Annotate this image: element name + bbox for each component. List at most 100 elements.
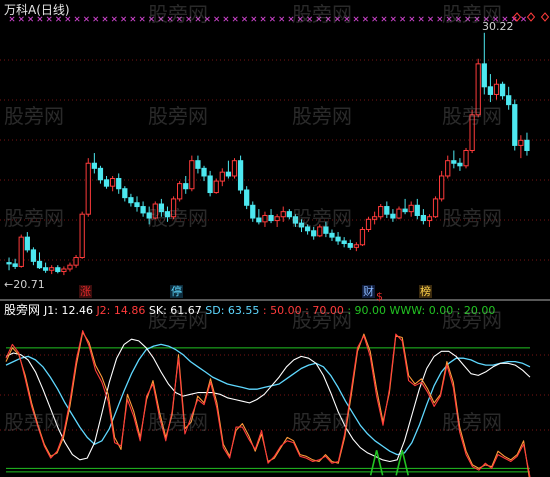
candle-down bbox=[329, 232, 335, 238]
candle-down bbox=[402, 208, 408, 213]
candle-down bbox=[311, 230, 317, 237]
candle-down bbox=[250, 204, 256, 219]
candle-down bbox=[12, 263, 18, 267]
watermark-text: 股旁网 bbox=[4, 410, 64, 434]
signal-cross-mark bbox=[260, 16, 266, 22]
candle-down bbox=[36, 260, 43, 269]
signal-cross-mark bbox=[139, 16, 145, 22]
candle-up bbox=[73, 257, 79, 266]
signal-cross-mark bbox=[28, 16, 34, 22]
candle-down bbox=[134, 202, 140, 208]
candle-down bbox=[207, 175, 213, 194]
candle-down bbox=[55, 267, 61, 273]
candle-down bbox=[390, 213, 396, 219]
candle-down bbox=[487, 86, 494, 95]
signal-cross-mark bbox=[372, 16, 378, 22]
chart-canvas bbox=[0, 12, 550, 477]
signal-diamond-mark bbox=[526, 12, 536, 22]
series-sk-line bbox=[5, 338, 531, 463]
candle-up bbox=[371, 216, 378, 220]
low-price-label: ←20.71 bbox=[4, 278, 45, 291]
signal-cross-mark bbox=[409, 16, 415, 22]
candle-up bbox=[49, 267, 55, 271]
candle-down bbox=[481, 63, 487, 88]
signal-cross-mark bbox=[18, 16, 24, 22]
candle-up bbox=[61, 268, 67, 273]
watermark-text: 股旁网 bbox=[148, 410, 208, 434]
candle-down bbox=[335, 236, 341, 242]
candle-down bbox=[195, 160, 201, 169]
candle-up bbox=[359, 228, 366, 246]
candle-up bbox=[189, 160, 195, 190]
signal-cross-mark bbox=[74, 16, 80, 22]
signal-cross-mark bbox=[214, 16, 220, 22]
signal-marker: 涨 bbox=[79, 285, 92, 298]
series-sd-line bbox=[5, 343, 531, 456]
signal-cross-mark bbox=[390, 16, 396, 22]
signal-diamond-mark bbox=[540, 12, 550, 22]
candle-down bbox=[512, 104, 518, 146]
signal-cross-mark bbox=[279, 16, 285, 22]
candle-up bbox=[518, 139, 524, 146]
value-j1: J1: 12.46 bbox=[44, 304, 93, 317]
candle-down bbox=[384, 206, 390, 215]
candle-up bbox=[396, 208, 402, 219]
candle-up bbox=[463, 150, 469, 167]
indicator-label: 股旁网 bbox=[4, 303, 41, 317]
candle-down bbox=[24, 236, 30, 251]
signal-cross-mark bbox=[121, 16, 127, 22]
signal-cross-mark bbox=[83, 16, 89, 22]
signal-cross-mark bbox=[427, 16, 434, 22]
candle-up bbox=[79, 213, 85, 259]
signal-cross-mark bbox=[37, 16, 43, 22]
candle-down bbox=[30, 249, 37, 262]
signal-cross-mark bbox=[400, 16, 406, 22]
candle-up bbox=[280, 211, 286, 218]
candle-down bbox=[97, 167, 104, 181]
watermark-text: 股旁网 bbox=[442, 206, 502, 230]
candle-down bbox=[499, 83, 506, 97]
candle-up bbox=[432, 198, 439, 218]
signal-cross-mark bbox=[232, 16, 238, 22]
value-level-90: : 90.00 bbox=[347, 304, 387, 317]
watermark-text: 股旁网 bbox=[148, 2, 208, 26]
signal-cross-mark bbox=[9, 16, 15, 22]
stock-title: 万科A(日线) bbox=[4, 4, 70, 17]
candle-up bbox=[85, 162, 91, 215]
candle-up bbox=[213, 180, 219, 194]
signal-cross-mark bbox=[362, 16, 368, 22]
signal-cross-mark bbox=[111, 16, 117, 22]
period-label: (日线) bbox=[36, 3, 70, 17]
watermark-text: 股旁网 bbox=[292, 206, 352, 230]
candle-down bbox=[268, 214, 274, 222]
candle-down bbox=[140, 206, 146, 214]
candle-up bbox=[274, 216, 280, 222]
signal-cross-mark bbox=[353, 16, 359, 22]
signal-cross-mark bbox=[223, 16, 229, 22]
signal-cross-mark bbox=[381, 16, 387, 22]
signal-cross-mark bbox=[102, 16, 108, 22]
watermark-text: 股旁网 bbox=[292, 308, 352, 332]
watermark-text: 股旁网 bbox=[292, 2, 352, 26]
candle-down bbox=[244, 189, 250, 206]
candle-down bbox=[524, 139, 530, 152]
watermark-text: 股旁网 bbox=[148, 206, 208, 230]
candle-down bbox=[457, 162, 463, 167]
indicator-values: J1: 12.46 J2: 14.86 SK: 61.67 SD: 63.55 … bbox=[44, 304, 495, 317]
signal-marker: 停 bbox=[170, 285, 183, 298]
watermark-text: 股旁网 bbox=[4, 104, 64, 128]
watermark-text: 股旁网 bbox=[148, 308, 208, 332]
candle-down bbox=[451, 160, 457, 164]
signal-cross-mark bbox=[241, 16, 248, 22]
signal-cross-mark bbox=[520, 16, 527, 22]
candle-down bbox=[42, 267, 49, 271]
signal-cross-mark bbox=[65, 16, 71, 22]
candle-down bbox=[237, 160, 244, 191]
candle-down bbox=[506, 95, 512, 106]
candle-down bbox=[116, 178, 122, 190]
signal-cross-mark bbox=[418, 16, 424, 22]
watermark-text: 股旁网 bbox=[442, 2, 502, 26]
candle-down bbox=[225, 171, 232, 177]
candle-down bbox=[183, 183, 189, 190]
signal-cross-mark bbox=[269, 16, 275, 22]
